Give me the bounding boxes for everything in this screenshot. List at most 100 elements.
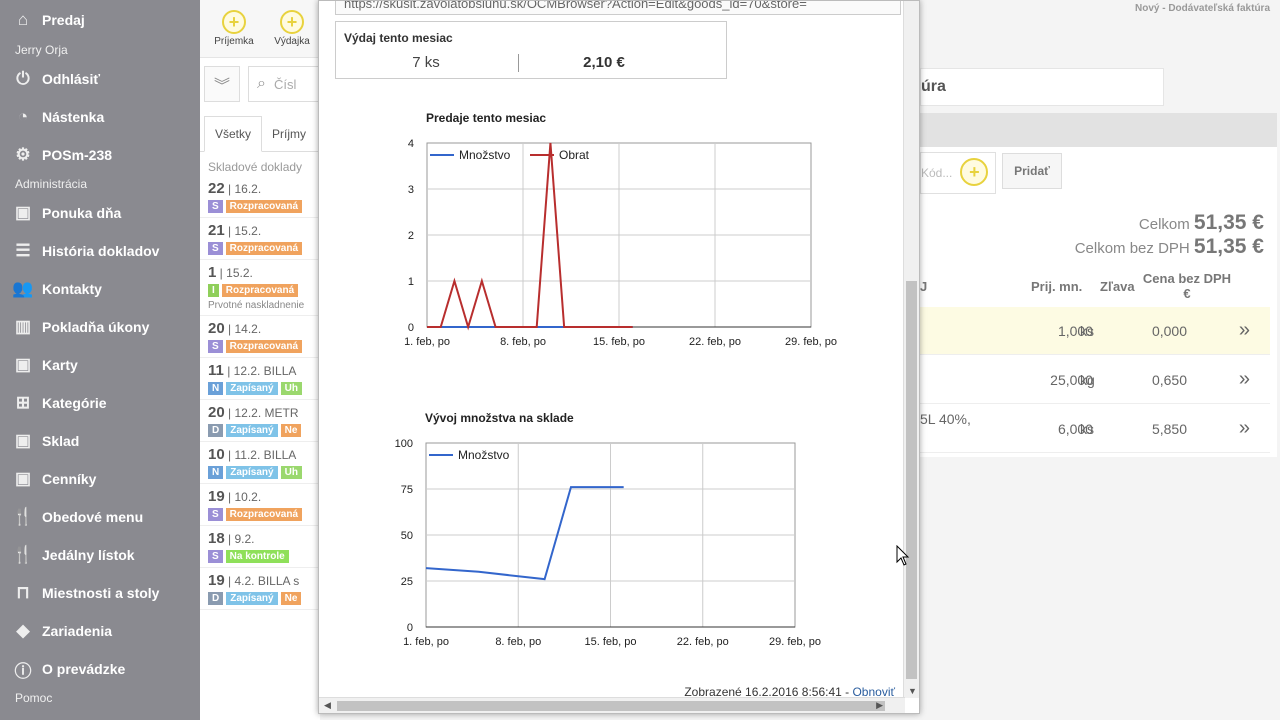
- sidebar-item-odhlasit[interactable]: ⏻ Odhlásiť: [0, 60, 200, 98]
- document-row[interactable]: 19 | 10.2. S Rozpracovaná: [200, 484, 320, 526]
- scroll-down-icon[interactable]: ▼: [908, 686, 917, 696]
- list-icon: ☰: [15, 241, 31, 260]
- column-discount: Zľava: [1100, 279, 1135, 294]
- x-tick-label: 15. feb, po: [593, 336, 645, 348]
- document-row[interactable]: 18 | 9.2. S Na kontrole: [200, 526, 320, 568]
- item-unit: kg: [1080, 371, 1095, 388]
- sidebar-item-posm[interactable]: ⚙ POSm-238: [0, 136, 200, 174]
- invoice-header-bar: [920, 113, 1277, 147]
- document-row[interactable]: 22 | 16.2. S Rozpracovaná: [200, 176, 320, 218]
- document-badges: S Rozpracovaná: [208, 508, 312, 521]
- vertical-scroll-thumb[interactable]: [906, 281, 917, 679]
- stat-title: Výdaj tento mesiac: [344, 31, 453, 45]
- tab-prijmy[interactable]: Príjmy: [262, 117, 316, 151]
- document-title: 20 | 12.2. METR: [208, 404, 299, 421]
- plus-icon[interactable]: +: [960, 158, 989, 186]
- document-row[interactable]: 10 | 11.2. BILLA N Zapísaný Uh: [200, 442, 320, 484]
- invoice-row[interactable]: 5L 40%, 6,000 ks 5,850»: [920, 405, 1270, 453]
- sidebar-item-label: Odhlásiť: [42, 71, 101, 87]
- chevron-right-icon[interactable]: »: [1239, 319, 1250, 342]
- status-badge: Zapísaný: [226, 592, 278, 605]
- vertical-scrollbar[interactable]: ▼: [903, 1, 919, 698]
- sidebar-item-o-prevadzke[interactable]: ⓘ O prevádzke: [0, 650, 200, 688]
- legend-label: Množstvo: [458, 448, 510, 462]
- scroll-left-icon[interactable]: ◀: [324, 700, 331, 711]
- sidebar-item-nastenka[interactable]: ◔ Nástenka: [0, 98, 200, 136]
- sidebar-item-obedove-menu[interactable]: 🍴 Obedové menu: [0, 498, 200, 536]
- x-tick-label: 1. feb, po: [404, 336, 450, 348]
- prijemka-button[interactable]: + Príjemka: [210, 10, 258, 47]
- diamond-icon: ◆: [16, 621, 30, 640]
- search-input[interactable]: ⌕ Čísl: [248, 66, 320, 102]
- sidebar-item-predaj[interactable]: ⌂ Predaj: [0, 0, 200, 40]
- document-row[interactable]: 1 | 15.2. I Rozpracovaná Prvotné naskladnen…: [200, 260, 320, 316]
- type-badge: I: [208, 284, 219, 297]
- document-row[interactable]: 20 | 12.2. METR D Zapísaný Ne: [200, 400, 320, 442]
- sidebar-item-sklad[interactable]: ▣ Sklad: [0, 422, 200, 460]
- item-price: 0,650: [1151, 371, 1187, 388]
- document-row[interactable]: 21 | 15.2. S Rozpracovaná: [200, 218, 320, 260]
- sidebar-item-miestnosti[interactable]: ⊓ Miestnosti a stoly: [0, 574, 200, 612]
- item-unit: ks: [1080, 322, 1094, 339]
- horizontal-scroll-thumb[interactable]: [337, 701, 885, 711]
- item-price: 5,850: [1151, 420, 1187, 437]
- chevron-right-icon[interactable]: »: [1239, 417, 1250, 440]
- invoice-row[interactable]: 1,000 ks 0,000»: [920, 307, 1270, 355]
- stat-value: 2,10 €: [583, 54, 625, 71]
- type-badge: S: [208, 550, 223, 563]
- vydajka-button[interactable]: + Výdajka: [268, 10, 316, 47]
- x-tick-label: 29. feb, po: [785, 336, 837, 348]
- document-number: 11: [208, 362, 224, 379]
- sidebar-item-label: Ponuka dňa: [42, 205, 122, 221]
- add-button[interactable]: Pridať: [1002, 153, 1062, 189]
- document-title: 22 | 16.2.: [208, 180, 262, 197]
- x-tick-label: 8. feb, po: [500, 336, 546, 348]
- tab-vsetky[interactable]: Všetky: [204, 116, 263, 152]
- sidebar-item-zariadenia[interactable]: ◆ Zariadenia: [0, 612, 200, 650]
- status-badge: Rozpracovaná: [225, 242, 303, 255]
- status-badge: Rozpracovaná: [225, 340, 303, 353]
- sidebar-item-pokladna-ukony[interactable]: ▥ Pokladňa úkony: [0, 308, 200, 346]
- type-badge: S: [208, 200, 223, 213]
- document-title: 10 | 11.2. BILLA: [208, 446, 297, 463]
- horizontal-scrollbar[interactable]: ◀ ▶: [319, 697, 905, 713]
- scroll-right-icon[interactable]: ▶: [876, 700, 883, 711]
- collapse-button[interactable]: ︾: [204, 66, 240, 102]
- sidebar-item-historia-dokladov[interactable]: ☰ História dokladov: [0, 232, 200, 270]
- chevron-right-icon[interactable]: »: [1239, 368, 1250, 391]
- stock-chart: 0 25 50 75 100 1. feb, po 8. feb, po 15. feb, p…: [395, 438, 821, 648]
- total-row: Celkom 51,35 €: [1139, 211, 1264, 235]
- code-input[interactable]: Kód... +: [920, 152, 996, 194]
- bar-chart-icon: ▥: [14, 317, 32, 336]
- documents-panel: + Príjemka + Výdajka ︾ ⌕ Čísl Všetky Prí…: [200, 0, 320, 720]
- sidebar-item-jedalny-listok[interactable]: 🍴 Jedálny lístok: [0, 536, 200, 574]
- sidebar-item-label: Zariadenia: [42, 623, 113, 639]
- document-number: 18: [208, 530, 225, 547]
- sidebar-item-label: Miestnosti a stoly: [42, 585, 160, 601]
- x-tick-label: 1. feb, po: [403, 636, 449, 648]
- document-date: 11.2. BILLA: [234, 448, 297, 462]
- document-date: 14.2.: [234, 322, 262, 336]
- sales-chart: 0 1 2 3 4 1. feb, po 8. feb, po 15. feb, po 22. …: [404, 138, 837, 348]
- sidebar-item-karty[interactable]: ▣ Karty: [0, 346, 200, 384]
- x-tick-label: 8. feb, po: [495, 636, 541, 648]
- sidebar-item-ponuka-dna[interactable]: ▣ Ponuka dňa: [0, 194, 200, 232]
- y-tick-label: 75: [401, 484, 413, 496]
- sidebar-item-cenniky[interactable]: ▣ Cenníky: [0, 460, 200, 498]
- plus-icon: +: [280, 10, 304, 34]
- sidebar-item-kategorie[interactable]: ⊞ Kategórie: [0, 384, 200, 422]
- document-number: 19: [208, 572, 225, 589]
- plus-icon: +: [222, 10, 246, 34]
- document-title: 11 | 12.2. BILLA: [208, 362, 297, 379]
- document-row[interactable]: 11 | 12.2. BILLA N Zapísaný Uh: [200, 358, 320, 400]
- invoice-body: Kód... + Pridať Celkom 51,35 € Celkom be…: [920, 147, 1277, 457]
- cutlery-icon: 🍴: [12, 507, 34, 526]
- invoice-row[interactable]: 25,000 kg 0,650»: [920, 356, 1270, 404]
- document-row[interactable]: 20 | 14.2. S Rozpracovaná: [200, 316, 320, 358]
- document-date: 15.2.: [234, 224, 262, 238]
- dashboard-icon: ◔: [17, 107, 29, 126]
- document-row[interactable]: 19 | 4.2. BILLA s D Zapísaný Ne: [200, 568, 320, 610]
- sidebar-item-kontakty[interactable]: 👥 Kontakty: [0, 270, 200, 308]
- total-value: 51,35 €: [1193, 211, 1264, 234]
- document-badges: I Rozpracovaná: [208, 284, 312, 297]
